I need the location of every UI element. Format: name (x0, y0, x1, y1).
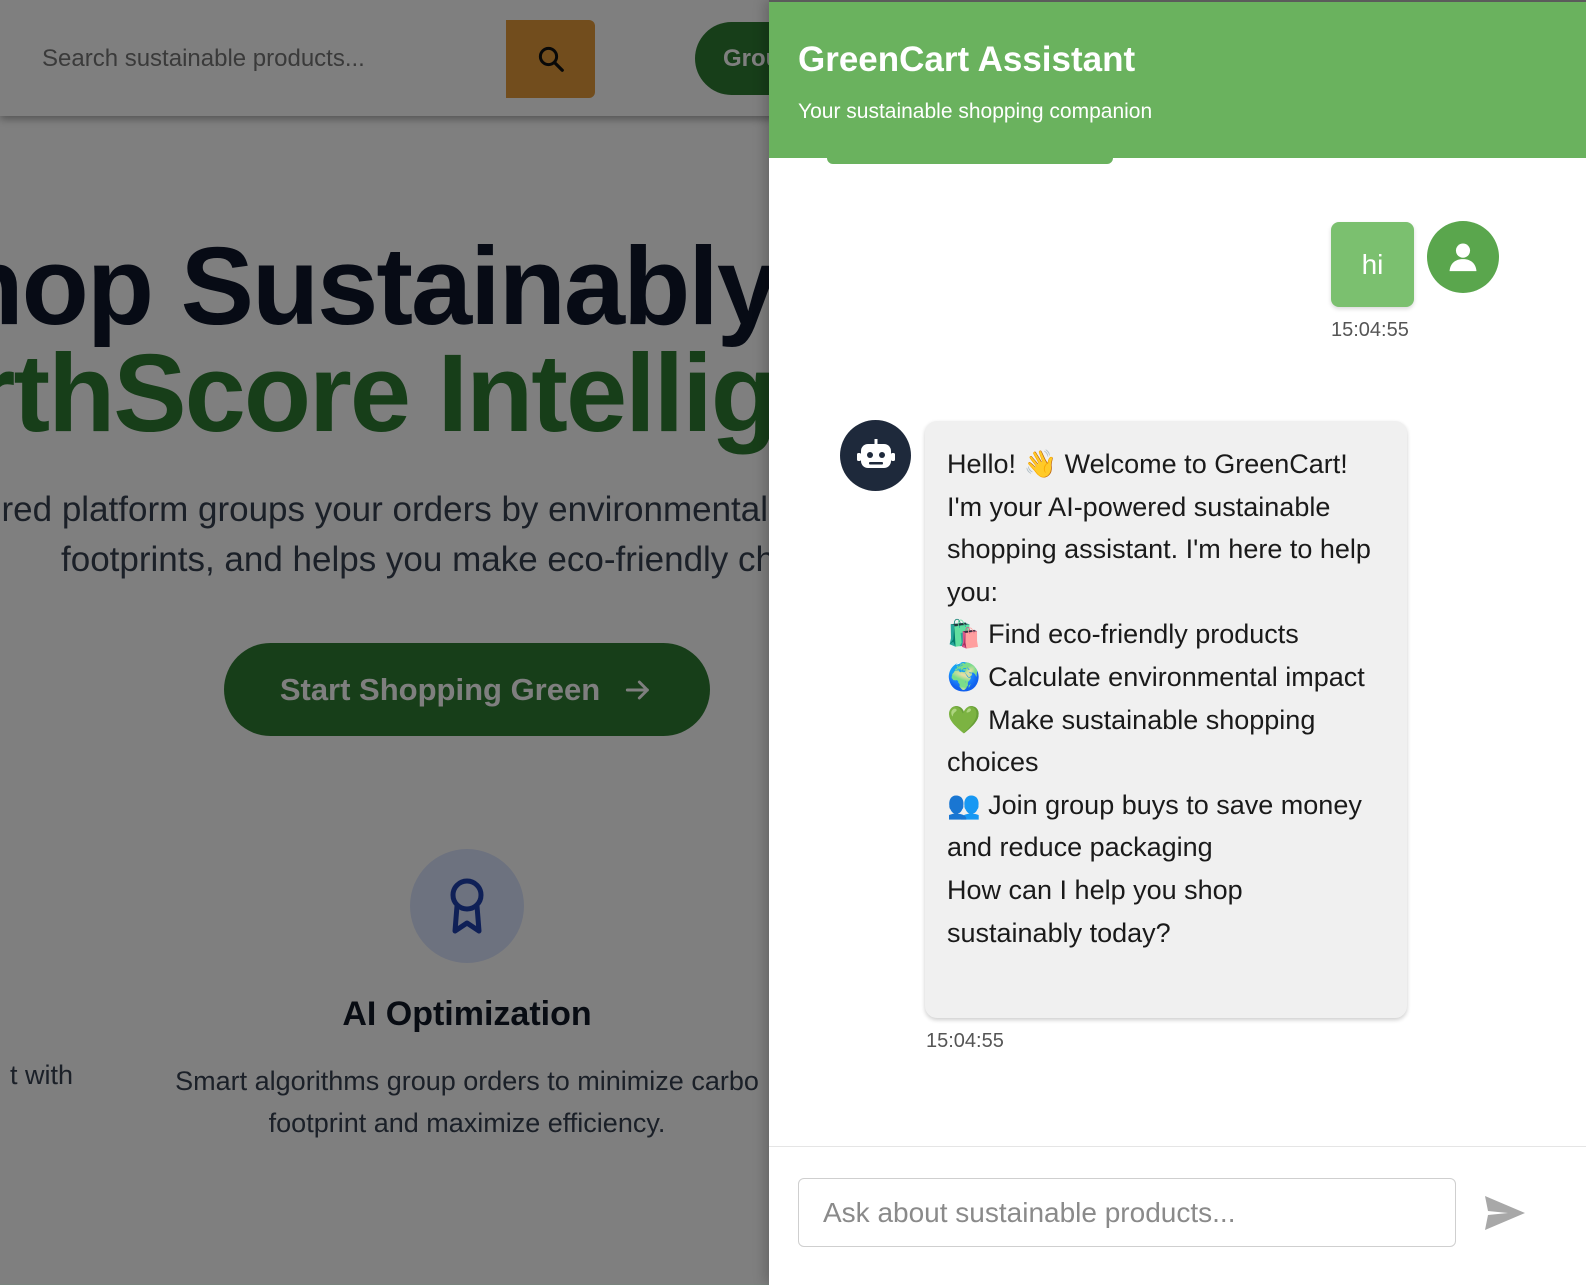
chat-header: GreenCart Assistant Your sustainable sho… (769, 0, 1586, 158)
user-message-bubble: hi (1331, 222, 1414, 307)
chat-message-input[interactable] (798, 1178, 1456, 1247)
robot-icon (856, 438, 895, 468)
bot-message-line: 🛍️ Find eco-friendly products (947, 619, 1299, 650)
user-avatar (1427, 221, 1499, 293)
bot-message-time: 15:04:55 (926, 1030, 1004, 1052)
bot-avatar (840, 420, 911, 491)
bot-message-line: How can I help you shop sustainably toda… (947, 874, 1243, 948)
bot-message-bubble: Hello! 👋 Welcome to GreenCart! I'm your … (925, 421, 1407, 1018)
bot-message-line: 🌍 Calculate environmental impact (947, 661, 1365, 692)
bot-message-line: I'm your AI-powered sustainable shopping… (947, 491, 1371, 607)
chat-subtitle: Your sustainable shopping companion (798, 100, 1153, 123)
header-tab-edge (827, 156, 1113, 164)
user-message-text: hi (1361, 248, 1384, 280)
bot-message-line: 👥 Join group buys to save money and redu… (947, 789, 1362, 863)
bot-message-line: Hello! 👋 Welcome to GreenCart! (947, 449, 1348, 479)
chat-input-area (769, 1146, 1586, 1285)
bot-message-line: 💚 Make sustainable shopping choices (947, 704, 1316, 778)
send-icon (1485, 1196, 1525, 1230)
send-button[interactable] (1481, 1191, 1529, 1235)
chat-panel: GreenCart Assistant Your sustainable sho… (769, 0, 1586, 1285)
user-icon (1449, 243, 1477, 272)
chat-title: GreenCart Assistant (798, 40, 1136, 79)
user-message-time: 15:04:55 (1331, 319, 1409, 341)
